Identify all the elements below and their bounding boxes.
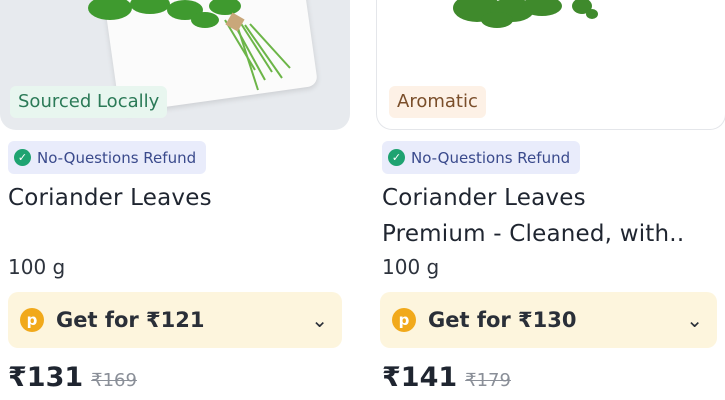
product-title-line-2: Premium - Cleaned, with.. [382,221,685,247]
check-circle-icon: ✓ [388,149,405,166]
product-title-line-1: Coriander Leaves [8,185,212,211]
refund-label: No-Questions Refund [411,148,571,167]
original-price: ₹179 [465,370,511,391]
offer-dropdown[interactable]: p Get for ₹130 ⌄ [380,292,717,348]
current-price: ₹131 [8,362,84,393]
p-coin-icon: p [392,308,416,332]
chevron-down-icon[interactable]: ⌄ [311,308,328,332]
original-price: ₹169 [91,370,137,391]
check-circle-icon: ✓ [14,149,31,166]
p-coin-icon: p [20,308,44,332]
product-quantity: 100 g [8,255,66,279]
refund-badge: ✓ No-Questions Refund [8,141,207,174]
product-quantity: 100 g [382,255,440,279]
price-row: ₹131 ₹169 [8,362,137,393]
product-card-coriander-premium[interactable]: Aromatic ✓ No-Questions Refund Coriander… [376,0,725,400]
offer-label: Get for ₹130 [428,308,577,332]
product-title-line-1: Coriander Leaves [382,185,586,211]
current-price: ₹141 [382,362,458,393]
refund-badge: ✓ No-Questions Refund [382,141,581,174]
product-tag: Sourced Locally [10,86,168,118]
product-title[interactable]: Coriander Leaves Premium - Cleaned, with… [382,180,722,252]
offer-dropdown[interactable]: p Get for ₹121 ⌄ [8,292,342,348]
price-row: ₹141 ₹179 [382,362,511,393]
product-tag: Aromatic [389,86,486,118]
product-title[interactable]: Coriander Leaves [8,180,348,216]
product-image[interactable]: Aromatic [376,0,725,130]
chevron-down-icon[interactable]: ⌄ [686,308,703,332]
offer-label: Get for ₹121 [56,308,205,332]
product-image[interactable]: Sourced Locally [0,0,350,130]
refund-label: No-Questions Refund [37,148,197,167]
product-card-coriander[interactable]: Sourced Locally ✓ No-Questions Refund Co… [0,0,350,400]
